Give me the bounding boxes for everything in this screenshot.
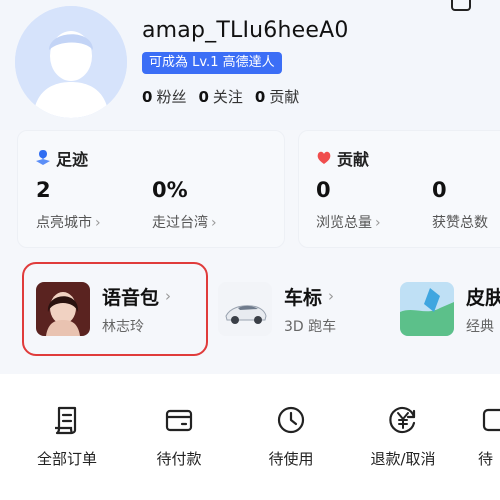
fans-stat[interactable]: 0 粉丝 (142, 86, 186, 107)
to-use-button[interactable]: 待使用 (246, 404, 336, 469)
username: amap_TLIu6heeA0 (142, 18, 349, 43)
default-avatar-icon (15, 6, 127, 118)
voice-pack-subtitle: 林志玲 (102, 318, 144, 335)
voice-pack-entry[interactable]: 语音包 › 林志玲 (36, 266, 171, 352)
footprint-title: 足迹 (34, 146, 88, 170)
social-stats: 0 粉丝 0 关注 0 贡献 (142, 86, 299, 107)
contribution-stat[interactable]: 0 贡献 (255, 86, 299, 107)
views-metric[interactable]: 0 浏览总量 › (316, 178, 381, 231)
pending-payment-button[interactable]: 待付款 (134, 404, 224, 469)
partial-order-icon (482, 408, 500, 432)
clock-icon (277, 406, 305, 434)
heart-hand-icon (317, 151, 331, 164)
car-icon-subtitle: 3D 跑车 (284, 318, 337, 335)
wallet-icon (165, 409, 193, 432)
level-badge[interactable]: 可成為 Lv.1 高德達人 (142, 52, 282, 74)
contribution-title: 贡献 (315, 146, 369, 170)
voice-pack-title: 语音包 (102, 286, 160, 309)
refund-cancel-button[interactable]: 退款/取消 (358, 404, 448, 469)
likes-metric[interactable]: 0 获赞总数 (432, 178, 488, 231)
skin-thumbnail (400, 282, 454, 336)
car-icon-title: 车标 (284, 286, 323, 309)
cities-metric[interactable]: 2 点亮城市 › (36, 178, 101, 231)
order-list-icon (55, 406, 77, 435)
all-orders-button[interactable]: 全部订单 (22, 404, 112, 469)
following-stat[interactable]: 0 关注 (198, 86, 242, 107)
skin-entry[interactable]: 皮肤 经典 (400, 266, 500, 352)
taiwan-metric[interactable]: 0% 走过台湾 › (152, 178, 217, 231)
footprint-icon (36, 150, 50, 165)
more-orders-button[interactable]: 待 (478, 404, 500, 469)
voice-pack-thumbnail (36, 282, 90, 336)
skin-title: 皮肤 (466, 286, 500, 309)
skin-subtitle: 经典 (466, 318, 494, 335)
edit-profile-icon[interactable] (450, 0, 474, 14)
car-icon-entry[interactable]: 车标 › 3D 跑车 (218, 266, 336, 352)
refund-yen-icon (389, 406, 416, 434)
car-thumbnail (218, 282, 272, 336)
avatar[interactable] (15, 6, 127, 118)
